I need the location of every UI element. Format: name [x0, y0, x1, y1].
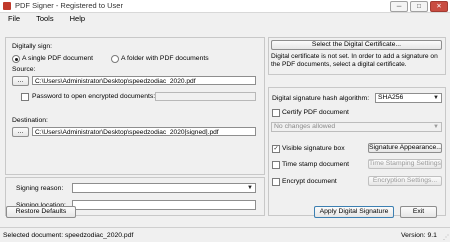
selected-document-status: Selected document: speedzodiac_2020.pdf	[3, 232, 134, 239]
title-bar: PDF Signer - Registered to User ─ □ ✕	[0, 0, 450, 13]
password-field[interactable]	[155, 92, 256, 101]
visible-signature-label[interactable]: Visible signature box	[282, 144, 345, 153]
encryption-settings-button[interactable]: Encryption Settings...	[368, 176, 442, 186]
window-title: PDF Signer - Registered to User	[15, 1, 123, 10]
maximize-button[interactable]: □	[410, 1, 428, 12]
destination-browse-button[interactable]: ...	[12, 127, 29, 137]
single-document-radio[interactable]	[12, 55, 20, 63]
chevron-down-icon: ▼	[433, 95, 439, 101]
timestamp-checkbox[interactable]	[272, 161, 280, 169]
signature-options-panel: Digital signature hash algorithm: SHA256…	[268, 87, 446, 216]
certify-option-dropdown[interactable]: No changes allowed ▼	[271, 122, 442, 132]
folder-radio[interactable]	[111, 55, 119, 63]
digitally-sign-label: Digitally sign:	[12, 43, 53, 50]
select-certificate-button[interactable]: Select the Digital Certificate...	[271, 40, 442, 50]
hash-algorithm-dropdown[interactable]: SHA256 ▼	[375, 93, 442, 103]
folder-label[interactable]: A folder with PDF documents	[121, 54, 209, 63]
destination-label: Destination:	[12, 117, 48, 124]
timestamp-label[interactable]: Time stamp document	[282, 160, 349, 169]
menu-help[interactable]: Help	[62, 13, 93, 25]
chevron-down-icon: ▼	[433, 124, 439, 130]
close-button[interactable]: ✕	[430, 1, 448, 12]
certificate-panel: Select the Digital Certificate... Digita…	[268, 37, 446, 75]
menu-file[interactable]: File	[0, 13, 28, 25]
version-status: Version: 9.1	[401, 232, 437, 239]
signing-location-field[interactable]	[72, 200, 256, 210]
restore-defaults-button[interactable]: Restore Defaults	[6, 206, 76, 218]
password-label[interactable]: Password to open encrypted documents:	[32, 92, 155, 101]
destination-path-field[interactable]: C:\Users\Administrator\Desktop\speedzodi…	[32, 127, 256, 136]
menu-tools[interactable]: Tools	[28, 13, 62, 25]
certificate-message: Digital certificate is not set. In order…	[271, 53, 438, 68]
encrypt-label[interactable]: Encrypt document	[282, 177, 337, 186]
window-controls: ─ □ ✕	[390, 1, 448, 12]
signing-reason-dropdown[interactable]: ▼	[72, 183, 256, 193]
visible-signature-checkbox[interactable]: ✓	[272, 145, 280, 153]
source-label: Source:	[12, 66, 36, 73]
certify-checkbox[interactable]	[272, 109, 280, 117]
app-pdf-icon	[3, 2, 11, 10]
source-browse-button[interactable]: ...	[12, 76, 29, 86]
apply-signature-button[interactable]: Apply Digital Signature	[314, 206, 394, 218]
sign-source-panel: Digitally sign: A single PDF document A …	[5, 37, 265, 175]
signing-reason-label: Signing reason:	[16, 185, 64, 192]
minimize-button[interactable]: ─	[390, 1, 408, 12]
timestamp-settings-button[interactable]: Time Stamping Settings...	[368, 159, 442, 169]
menu-bar: File Tools Help	[0, 13, 450, 25]
source-path-field[interactable]: C:\Users\Administrator\Desktop\speedzodi…	[32, 76, 256, 85]
certify-label[interactable]: Certify PDF document	[282, 108, 349, 117]
password-checkbox[interactable]	[21, 93, 29, 101]
encrypt-checkbox[interactable]	[272, 178, 280, 186]
signature-appearance-button[interactable]: Signature Appearance...	[368, 143, 442, 153]
resize-grip-icon[interactable]: ⋰	[443, 234, 449, 241]
chevron-down-icon: ▼	[247, 185, 253, 191]
hash-algorithm-value: SHA256	[378, 94, 404, 101]
certify-option-value: No changes allowed	[274, 123, 336, 130]
hash-algorithm-label: Digital signature hash algorithm:	[272, 95, 370, 102]
single-document-label[interactable]: A single PDF document	[22, 54, 93, 63]
exit-button[interactable]: Exit	[400, 206, 437, 218]
status-bar: Selected document: speedzodiac_2020.pdf …	[0, 227, 450, 242]
